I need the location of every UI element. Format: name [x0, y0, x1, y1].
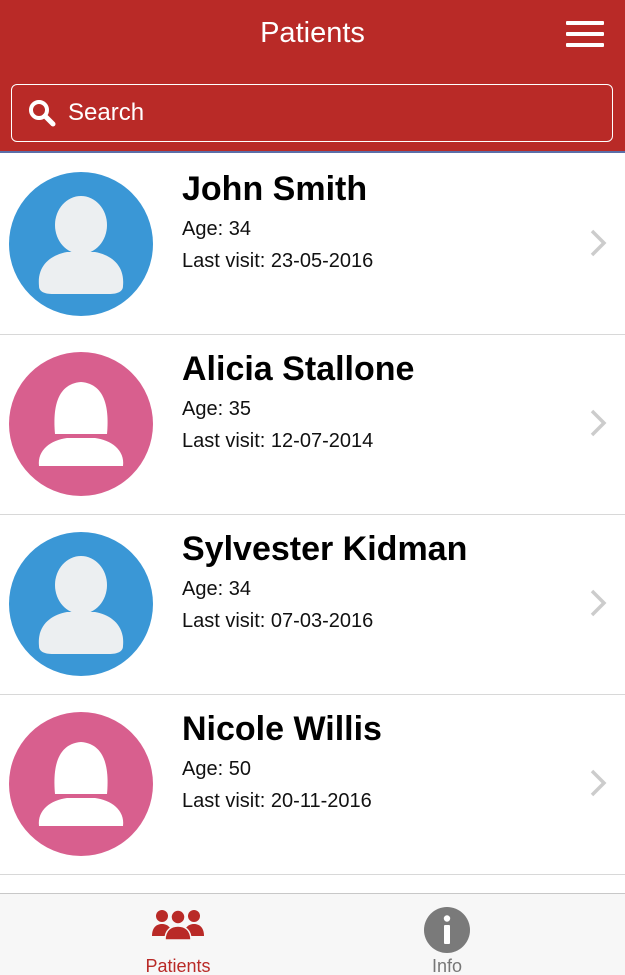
patient-row[interactable]: Nicole Willis Age: 50 Last visit: 20-11-… [0, 695, 625, 875]
patient-age: Age: 34 [182, 218, 251, 240]
patient-name: Sylvester Kidman [182, 530, 468, 568]
patient-last-visit: Last visit: 07-03-2016 [182, 610, 374, 632]
chevron-right-icon [590, 409, 607, 437]
info-icon [424, 907, 470, 953]
search-input[interactable] [68, 85, 598, 141]
patient-age: Age: 50 [182, 758, 251, 780]
search-bar[interactable] [11, 84, 613, 142]
page-title: Patients [260, 17, 365, 49]
male-avatar-icon [9, 172, 153, 316]
chevron-right-icon [590, 589, 607, 617]
patient-row[interactable]: Alicia Stallone Age: 35 Last visit: 12-0… [0, 335, 625, 515]
patient-last-visit: Last visit: 12-07-2014 [182, 430, 374, 452]
tab-info[interactable]: Info [291, 894, 603, 975]
patient-row[interactable]: Sylvester Kidman Age: 34 Last visit: 07-… [0, 515, 625, 695]
patient-name: John Smith [182, 170, 368, 208]
female-avatar-icon [9, 352, 153, 496]
patients-group-icon [152, 909, 204, 941]
patient-age: Age: 35 [182, 398, 251, 420]
male-avatar-icon [9, 532, 153, 676]
app-header: Patients [0, 0, 625, 153]
patient-last-visit: Last visit: 20-11-2016 [182, 790, 372, 812]
tab-info-label: Info [431, 956, 463, 975]
patient-name: Alicia Stallone [182, 350, 415, 388]
chevron-right-icon [590, 769, 607, 797]
patient-list: John Smith Age: 34 Last visit: 23-05-201… [0, 155, 625, 875]
bottom-tab-bar: Patients Info [0, 893, 625, 975]
female-avatar-icon [9, 712, 153, 856]
tab-patients-label: Patients [145, 956, 211, 975]
search-icon [29, 100, 56, 127]
patient-row[interactable]: John Smith Age: 34 Last visit: 23-05-201… [0, 155, 625, 335]
hamburger-menu-icon[interactable] [566, 20, 606, 50]
patient-name: Nicole Willis [182, 710, 382, 748]
patient-age: Age: 34 [182, 578, 251, 600]
tab-patients[interactable]: Patients [22, 894, 334, 975]
chevron-right-icon [590, 229, 607, 257]
patient-last-visit: Last visit: 23-05-2016 [182, 250, 374, 272]
